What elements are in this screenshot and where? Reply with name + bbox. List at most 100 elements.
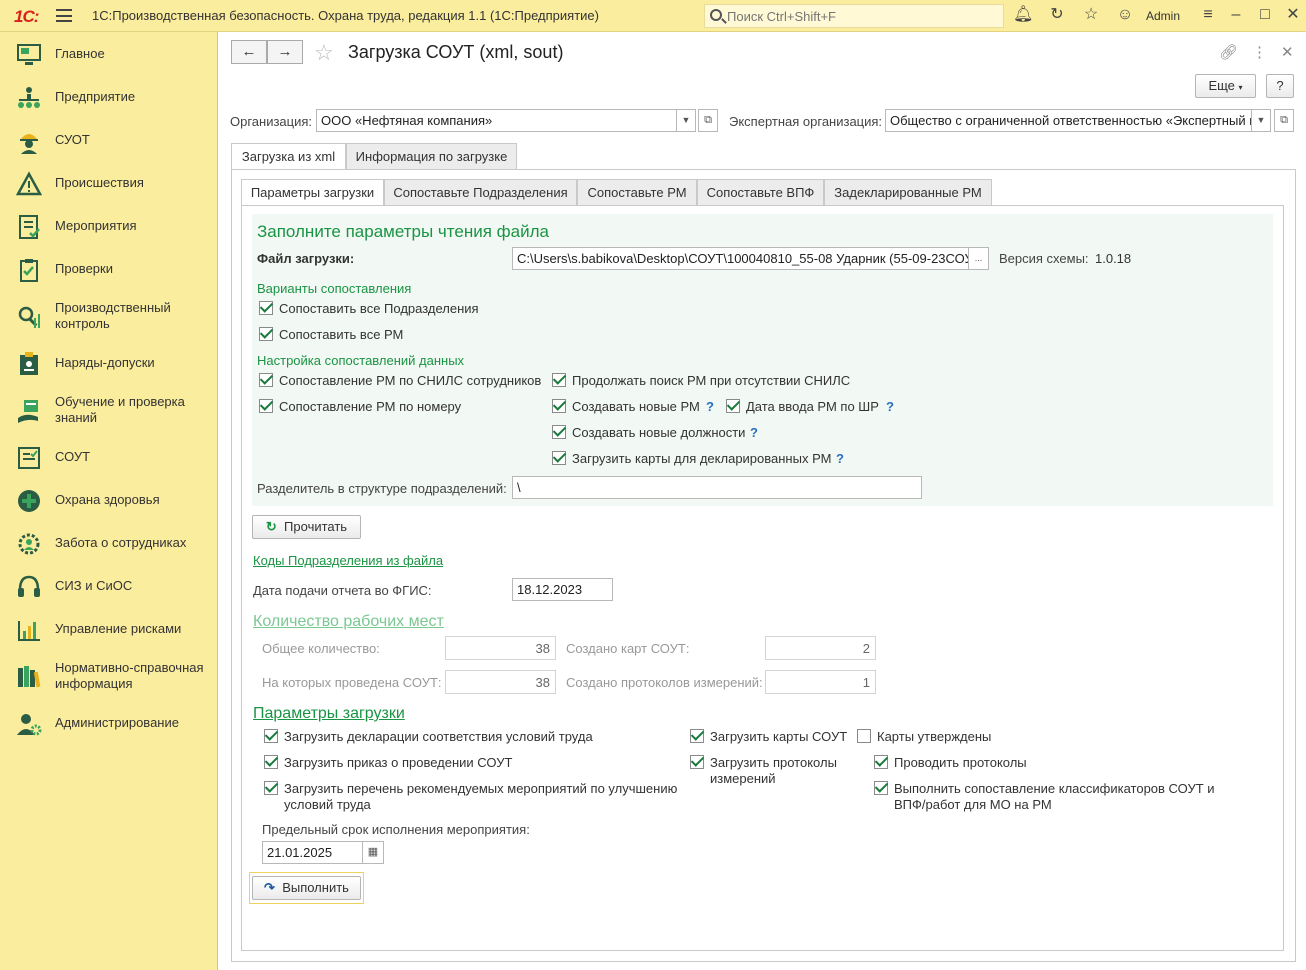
expert-label: Экспертная организация: [729,114,883,129]
load-cards-label: Загрузить карты для декларированных РМ [572,451,832,466]
close-app-icon[interactable]: ✕ [1283,5,1303,25]
unit-codes-link[interactable]: Коды Подразделения из файла [253,553,443,568]
number-label: Сопоставление РМ по номеру [279,399,462,414]
sidebar-item-production-control[interactable]: Производственный контроль [0,292,218,342]
bell-icon[interactable]: 🔔︎ [1013,5,1033,25]
report-date-field[interactable]: 18.12.2023 [512,578,613,601]
new-rm-help-icon[interactable]: ? [706,399,714,414]
all-units-checkbox[interactable] [259,301,273,315]
tab-load-info[interactable]: Информация по загрузке [346,143,517,170]
sidebar-item-training[interactable]: Обучение и проверка знаний [0,386,218,436]
sidebar-item-sout[interactable]: СОУТ [0,437,218,477]
file-path-field[interactable]: C:\Users\s.babikova\Desktop\СОУТ\1000408… [512,247,969,270]
user-name[interactable]: Admin [1146,9,1180,23]
sidebar-item-enterprise[interactable]: Предприятие [0,77,218,117]
run-button[interactable]: ↷ Выполнить [252,876,361,900]
file-select-button[interactable]: ... [968,247,989,270]
user-icon[interactable]: ☺ [1115,5,1135,25]
schema-version-label: Версия схемы: [999,251,1089,266]
history-icon[interactable]: ↻ [1047,5,1067,25]
subtab-declared-rm[interactable]: Задекларированные РМ [824,179,992,206]
conducted-count-label: На которых проведена СОУТ: [262,675,442,690]
sidebar-item-permits[interactable]: Наряды-допуски [0,343,218,383]
date-rm-checkbox[interactable] [726,399,740,413]
subtab-params[interactable]: Параметры загрузки [241,179,384,206]
all-rm-checkbox[interactable] [259,327,273,341]
warning-triangle-icon [16,171,42,196]
declarations-checkbox[interactable] [264,729,278,743]
sidebar-item-measures[interactable]: Мероприятия [0,206,218,246]
subtab-rm[interactable]: Сопоставьте РМ [577,179,697,206]
sidebar-item-incidents[interactable]: Происшествия [0,163,218,203]
sidebar-item-suot[interactable]: СУОТ [0,120,218,160]
date-rm-help-icon[interactable]: ? [886,399,894,414]
sidebar-item-main[interactable]: Главное [0,34,218,74]
load-cards-checkbox[interactable] [552,451,566,465]
sout-cards-label: Загрузить карты СОУТ [710,729,848,744]
sidebar-item-ppe[interactable]: СИЗ и СиОС [0,566,218,606]
date-rm-label: Дата ввода РМ по ШР [746,399,879,414]
expert-open-icon[interactable]: ⧉ [1274,109,1294,132]
subtab-units[interactable]: Сопоставьте Подразделения [384,179,577,206]
classifiers-checkbox[interactable] [874,781,888,795]
sidebar-item-care[interactable]: Забота о сотрудниках [0,523,218,563]
org-field[interactable]: ООО «Нефтяная компания» [316,109,677,132]
back-button[interactable]: ← [231,40,267,64]
sidebar: Главное Предприятие СУОТ Происшествия Ме… [0,32,218,970]
sidebar-item-admin[interactable]: Администрирование [0,703,218,743]
match-options-heading: Варианты сопоставления [257,281,412,296]
separator-field[interactable]: \ [512,476,922,499]
expert-dropdown-icon[interactable]: ▼ [1251,109,1271,132]
snils-label: Сопоставление РМ по СНИЛС сотрудников [279,373,542,388]
read-button[interactable]: ↻ Прочитать [252,515,361,539]
new-positions-help-icon[interactable]: ? [750,425,758,440]
main-menu-icon[interactable]: ≡ [1198,5,1218,25]
measures-checkbox[interactable] [264,781,278,795]
new-rm-checkbox[interactable] [552,399,566,413]
sidebar-item-inspections[interactable]: Проверки [0,249,218,289]
separator-label: Разделитель в структуре подразделений: [257,481,507,496]
medical-cross-icon [18,490,40,512]
calendar-icon[interactable]: ▦ [362,841,384,864]
org-open-icon[interactable]: ⧉ [698,109,718,132]
sidebar-item-health[interactable]: Охрана здоровья [0,480,218,520]
continue-search-checkbox[interactable] [552,373,566,387]
sidebar-item-risks[interactable]: Управление рисками [0,609,218,649]
snils-checkbox[interactable] [259,373,273,387]
number-checkbox[interactable] [259,399,273,413]
minimize-icon[interactable]: – [1226,5,1246,25]
star-icon[interactable]: ☆ [1081,5,1101,25]
deadline-field[interactable]: 21.01.2025 [262,841,363,864]
forward-button[interactable]: → [267,40,303,64]
sout-cards-checkbox[interactable] [690,729,704,743]
conducted-count-field: 38 [445,670,556,694]
load-cards-help-icon[interactable]: ? [836,451,844,466]
sidebar-item-reference[interactable]: Нормативно-справочная информация [0,652,218,702]
order-label: Загрузить приказ о проведении СОУТ [284,755,513,770]
subtab-vpf[interactable]: Сопоставьте ВПФ [697,179,824,206]
maximize-icon[interactable]: □ [1255,5,1275,25]
menu-icon[interactable] [56,9,72,22]
search-input[interactable] [727,7,997,25]
expert-field[interactable]: Общество с ограниченной ответственностью… [885,109,1252,132]
favorite-star-icon[interactable]: ☆ [314,40,334,66]
more-button[interactable]: Еще ▾ [1195,74,1256,98]
close-form-icon[interactable]: ✕ [1281,43,1294,61]
new-positions-checkbox[interactable] [552,425,566,439]
org-dropdown-icon[interactable]: ▼ [676,109,696,132]
bar-chart-icon [18,621,40,641]
hand-book-icon [18,400,38,423]
global-search[interactable] [704,4,1004,28]
tab-xml-load[interactable]: Загрузка из xml [231,143,346,170]
link-icon[interactable]: 🔗︎ [1219,43,1238,61]
more-window-icon[interactable]: ⋮ [1252,43,1267,61]
protocols-checkbox[interactable] [690,755,704,769]
cards-approved-checkbox[interactable] [857,729,871,743]
post-protocols-checkbox[interactable] [874,755,888,769]
help-button[interactable]: ? [1266,74,1294,98]
app-title: 1С:Производственная безопасность. Охрана… [92,8,599,23]
protocols-label: Загрузить протоколы измерений [710,755,837,786]
measures-label: Загрузить перечень рекомендуемых меропри… [284,781,678,812]
cards-created-field: 2 [765,636,876,660]
order-checkbox[interactable] [264,755,278,769]
